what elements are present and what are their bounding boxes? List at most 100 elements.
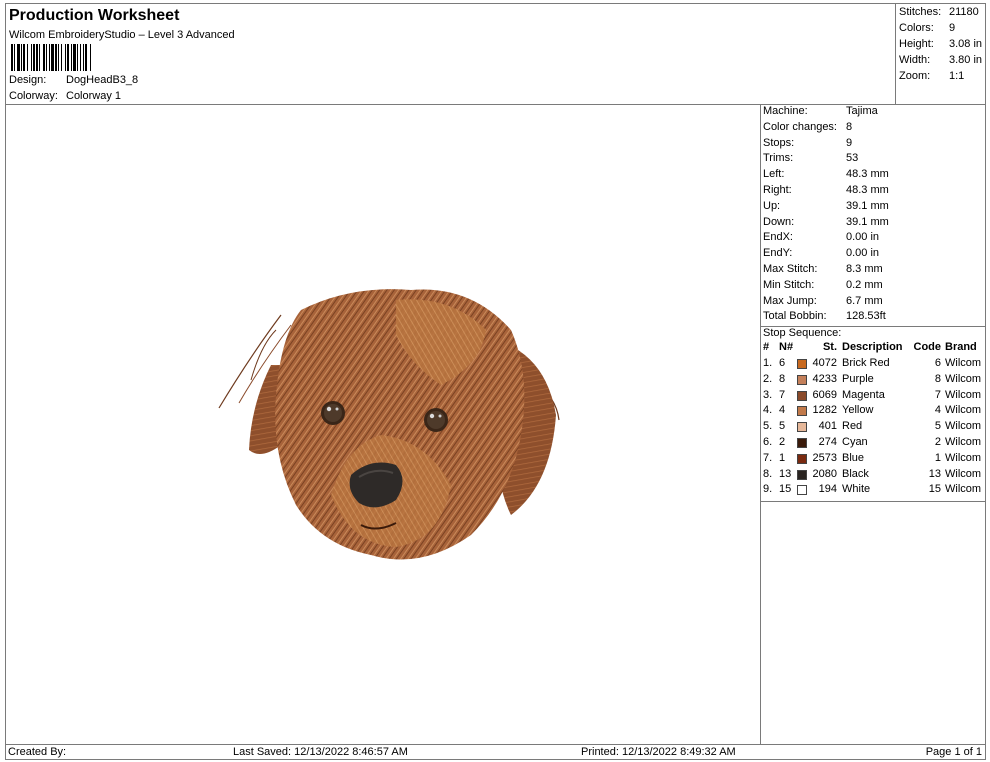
col-index: # xyxy=(763,341,770,353)
worksheet-footer: Created By: Last Saved: 12/13/2022 8:46:… xyxy=(5,744,986,760)
stop-sequence-row: 7. 1 2573 Blue 1 Wilcom xyxy=(763,452,985,468)
row-brand: Wilcom xyxy=(945,483,982,496)
info-label: EndY: xyxy=(763,247,793,260)
machine-info-row: EndX: 0.00 in xyxy=(763,231,879,243)
design-value: DogHeadB3_8 xyxy=(66,74,139,86)
color-swatch xyxy=(797,359,807,369)
machine-info-panel: Machine: Tajima Color changes: 8 Stops: 9 Trim… xyxy=(760,104,986,745)
info-value: 0.2 mm xyxy=(846,278,883,291)
software-name: Wilcom EmbroideryStudio – Level 3 Advanc… xyxy=(9,29,235,41)
row-stitches: 194 xyxy=(818,483,837,496)
row-needle: 1 xyxy=(779,451,786,464)
machine-info-row: Color changes: 8 xyxy=(763,121,852,133)
color-swatch xyxy=(797,453,807,464)
design-preview-canvas xyxy=(5,104,761,745)
design-row: Design: DogHeadB3_8 xyxy=(9,74,138,86)
row-brand: Wilcom xyxy=(945,372,982,385)
design-label: Design: xyxy=(9,74,47,86)
created-by: Created By: xyxy=(8,746,67,758)
row-stitches: 4072 xyxy=(812,357,837,369)
info-label: Machine: xyxy=(763,105,808,117)
row-stitches: 274 xyxy=(818,436,837,448)
info-label: Left: xyxy=(763,168,785,181)
row-stitches: 2573 xyxy=(812,451,837,464)
row-needle: 4 xyxy=(779,404,786,417)
info-value: 39.1 mm xyxy=(846,199,889,212)
dog-head-embroidery-image xyxy=(218,289,560,560)
stop-sequence-row: 6. 2 274 Cyan 2 Wilcom xyxy=(763,436,985,452)
stop-sequence-row: 5. 5 401 Red 5 Wilcom xyxy=(763,420,985,436)
zoom-row: Zoom: 1:1 xyxy=(899,70,964,82)
info-value: 8.3 mm xyxy=(846,263,883,275)
zoom-value: 1:1 xyxy=(949,70,965,82)
stop-sequence-row: 9. 15 194 White 15 Wilcom xyxy=(763,483,985,499)
row-code: 13 xyxy=(928,467,941,480)
zoom-label: Zoom: xyxy=(899,70,931,82)
row-code: 1 xyxy=(934,451,941,464)
row-description: Blue xyxy=(842,451,865,464)
row-index: 5. xyxy=(763,420,773,433)
info-value: 8 xyxy=(846,120,853,133)
row-description: Cyan xyxy=(842,436,868,448)
colorway-row: Colorway: Colorway 1 xyxy=(9,90,121,102)
info-label: Max Stitch: xyxy=(763,263,818,275)
row-needle: 5 xyxy=(779,420,786,433)
row-stitches: 2080 xyxy=(812,467,837,480)
row-code: 15 xyxy=(928,483,941,496)
info-value: 48.3 mm xyxy=(846,184,889,196)
height-value: 3.08 in xyxy=(949,38,983,50)
row-description: Red xyxy=(842,420,863,433)
machine-info-row: Total Bobbin: 128.53ft xyxy=(763,310,886,322)
color-swatch xyxy=(797,406,807,417)
stop-sequence-row: 2. 8 4233 Purple 8 Wilcom xyxy=(763,373,985,389)
barcode xyxy=(11,44,176,71)
info-label: Total Bobbin: xyxy=(763,310,827,323)
colors-row: Colors: 9 xyxy=(899,22,955,34)
height-label: Height: xyxy=(899,38,934,50)
info-value: 9 xyxy=(846,136,853,149)
col-code: Code xyxy=(913,341,942,353)
worksheet-header: Production Worksheet Wilcom EmbroiderySt… xyxy=(5,3,896,105)
worksheet-title: Production Worksheet xyxy=(9,7,180,24)
color-swatch xyxy=(797,390,807,401)
machine-info-row: Min Stitch: 0.2 mm xyxy=(763,279,883,291)
printed-date: Printed: 12/13/2022 8:49:32 AM xyxy=(581,746,736,758)
col-brand: Brand xyxy=(945,341,977,353)
col-description: Description xyxy=(842,341,903,353)
row-code: 7 xyxy=(934,388,941,401)
row-index: 2. xyxy=(763,372,773,385)
row-index: 8. xyxy=(763,467,773,480)
stop-sequence-title: Stop Sequence: xyxy=(763,327,841,339)
row-index: 1. xyxy=(763,357,773,369)
info-label: EndX: xyxy=(763,231,793,244)
stop-sequence-row: 8. 13 2080 Black 13 Wilcom xyxy=(763,468,985,484)
colorway-label: Colorway: xyxy=(9,90,58,102)
row-stitches: 6069 xyxy=(812,388,837,401)
info-value: 48.3 mm xyxy=(846,168,889,181)
info-value: Tajima xyxy=(846,105,878,117)
row-index: 4. xyxy=(763,404,773,417)
info-value: 128.53ft xyxy=(846,310,886,323)
stop-sequence-row: 3. 7 6069 Magenta 7 Wilcom xyxy=(763,389,985,405)
row-needle: 13 xyxy=(779,467,792,480)
info-label: Min Stitch: xyxy=(763,278,815,291)
width-label: Width: xyxy=(899,54,931,66)
colors-label: Colors: xyxy=(899,22,934,34)
machine-info-row: Machine: Tajima xyxy=(763,105,878,117)
machine-info-row: Up: 39.1 mm xyxy=(763,200,889,212)
info-value: 39.1 mm xyxy=(846,215,889,228)
info-label: Trims: xyxy=(763,152,794,165)
stitches-row: Stitches: 21180 xyxy=(899,6,979,18)
info-label: Color changes: xyxy=(763,120,837,133)
row-brand: Wilcom xyxy=(945,404,982,417)
stop-sequence-label: Stop Sequence: xyxy=(763,327,842,339)
color-swatch xyxy=(797,485,807,496)
row-code: 5 xyxy=(934,420,941,433)
info-value: 6.7 mm xyxy=(846,294,883,307)
row-description: White xyxy=(842,483,871,496)
row-description: Brick Red xyxy=(842,357,890,369)
machine-info-row: Trims: 53 xyxy=(763,152,858,164)
stitches-value: 21180 xyxy=(949,6,979,18)
row-index: 7. xyxy=(763,451,773,464)
design-summary: Stitches: 21180 Colors: 9 Height: 3.08 i… xyxy=(895,3,986,105)
